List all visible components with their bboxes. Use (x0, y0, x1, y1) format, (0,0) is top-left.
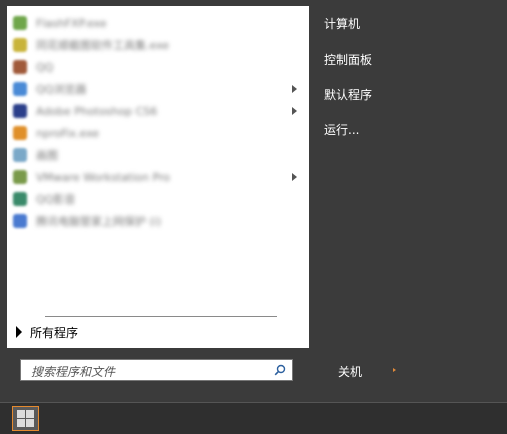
program-item[interactable]: QQ浏览器 (7, 78, 309, 100)
program-label: 画图 (36, 149, 58, 162)
program-list: FlashFXP.exe 同花顺截图软件工具集.exe QQ QQ浏览器 Ado… (7, 12, 309, 232)
program-item[interactable]: nproFix.exe (7, 122, 309, 144)
browser-icon (13, 82, 27, 96)
program-item[interactable]: FlashFXP.exe (7, 12, 309, 34)
photoshop-icon (13, 104, 27, 118)
program-label: 同花顺截图软件工具集.exe (36, 39, 170, 52)
search-input[interactable]: 搜索程序和文件 (20, 359, 293, 381)
program-label: 腾讯电脑管家上网保护 (i) (36, 215, 162, 228)
program-item[interactable]: Adobe Photoshop CS6 (7, 100, 309, 122)
taskbar (0, 402, 507, 434)
program-item[interactable]: 腾讯电脑管家上网保护 (i) (7, 210, 309, 232)
search-placeholder: 搜索程序和文件 (31, 365, 116, 379)
program-label: QQ浏览器 (36, 83, 87, 96)
shutdown-button[interactable]: 关机 (338, 363, 362, 380)
windows-logo-icon (17, 410, 34, 427)
program-item[interactable]: 画图 (7, 144, 309, 166)
program-item[interactable]: QQ (7, 56, 309, 78)
app-icon (13, 126, 27, 140)
submenu-arrow-icon[interactable] (292, 173, 297, 181)
qq-icon (13, 60, 27, 74)
shutdown-options-arrow-icon[interactable] (393, 368, 396, 372)
run-link[interactable]: 运行... (324, 121, 359, 138)
divider (45, 316, 277, 317)
vmware-icon (13, 170, 27, 184)
program-label: Adobe Photoshop CS6 (36, 104, 158, 118)
media-player-icon (13, 192, 27, 206)
program-item[interactable]: 同花顺截图软件工具集.exe (7, 34, 309, 56)
submenu-arrow-icon[interactable] (292, 85, 297, 93)
control-panel-link[interactable]: 控制面板 (324, 51, 372, 68)
flashfxp-icon (13, 16, 27, 30)
program-label: QQ (36, 60, 54, 74)
paint-icon (13, 148, 27, 162)
triangle-right-icon (16, 326, 22, 338)
security-icon (13, 214, 27, 228)
default-programs-link[interactable]: 默认程序 (324, 86, 372, 103)
program-label: QQ影音 (36, 193, 76, 206)
program-label: VMware Workstation Pro (36, 170, 170, 184)
all-programs-label: 所有程序 (30, 325, 79, 340)
magnifier-icon[interactable] (274, 364, 286, 376)
start-button[interactable] (12, 406, 39, 431)
programs-panel: FlashFXP.exe 同花顺截图软件工具集.exe QQ QQ浏览器 Ado… (7, 6, 309, 348)
all-programs-button[interactable]: 所有程序 (16, 324, 78, 340)
submenu-arrow-icon[interactable] (292, 107, 297, 115)
program-item[interactable]: QQ影音 (7, 188, 309, 210)
program-item[interactable]: VMware Workstation Pro (7, 166, 309, 188)
program-label: nproFix.exe (36, 126, 100, 140)
app-icon (13, 38, 27, 52)
program-label: FlashFXP.exe (36, 16, 107, 30)
computer-link[interactable]: 计算机 (324, 15, 360, 32)
